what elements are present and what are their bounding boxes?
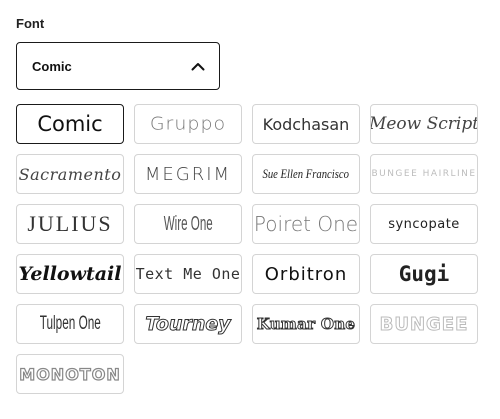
font-option-label: Wire One xyxy=(163,212,213,235)
font-option-monoton[interactable]: MONOTON xyxy=(16,354,124,394)
font-option-tourney[interactable]: Tourney xyxy=(134,304,242,344)
font-option-tulpen[interactable]: Tulpen One xyxy=(16,304,124,344)
font-option-bungeehair[interactable]: BUNGEE HAIRLINE xyxy=(370,154,478,194)
font-option-label: Tulpen One xyxy=(39,313,101,334)
font-option-label: Yellowtail xyxy=(18,263,122,285)
font-option-textmeone[interactable]: Text Me One xyxy=(134,254,242,294)
font-option-label: BUNGEE xyxy=(379,313,469,335)
font-option-gugi[interactable]: Gugi xyxy=(370,254,478,294)
font-option-label: Sacramento xyxy=(18,164,122,184)
font-option-label: Kodchasan xyxy=(262,114,350,134)
font-option-kodchasan[interactable]: Kodchasan xyxy=(252,104,360,144)
font-option-julius[interactable]: JULIUS xyxy=(16,204,124,244)
chevron-up-icon xyxy=(191,62,205,71)
font-option-label: syncopate xyxy=(388,216,460,232)
font-option-bungeeshade[interactable]: BUNGEE xyxy=(370,304,478,344)
font-option-wireone[interactable]: Wire One xyxy=(134,204,242,244)
font-option-label: Poiret One xyxy=(253,212,359,236)
font-option-label: Gruppo xyxy=(149,113,227,135)
font-option-label: Sue Ellen Francisco xyxy=(262,166,350,181)
font-option-kumarone[interactable]: Kumar One xyxy=(252,304,360,344)
font-option-label: MONOTON xyxy=(19,364,121,384)
font-option-label: Meow Script xyxy=(370,114,478,134)
font-select[interactable]: Comic xyxy=(16,42,220,90)
font-option-megrim[interactable]: MEGRIM xyxy=(134,154,242,194)
font-option-label: Tourney xyxy=(145,313,231,336)
font-label: Font xyxy=(16,16,45,31)
font-option-gruppo[interactable]: Gruppo xyxy=(134,104,242,144)
font-option-orbitron[interactable]: Orbitron xyxy=(252,254,360,294)
font-options-grid: Comic Gruppo Kodchasan Meow Script Sacrament… xyxy=(16,104,478,394)
font-option-poiret[interactable]: Poiret One xyxy=(252,204,360,244)
font-option-label: Gugi xyxy=(398,262,450,286)
font-option-sacramento[interactable]: Sacramento xyxy=(16,154,124,194)
font-option-sueellen[interactable]: Sue Ellen Francisco xyxy=(252,154,360,194)
font-select-value: Comic xyxy=(32,58,72,74)
font-option-label: Kumar One xyxy=(256,315,356,334)
font-option-comic[interactable]: Comic xyxy=(16,104,124,144)
font-option-label: Orbitron xyxy=(264,263,348,285)
font-option-yellowtail[interactable]: Yellowtail xyxy=(16,254,124,294)
font-option-label: MEGRIM xyxy=(144,163,232,185)
font-option-meow[interactable]: Meow Script xyxy=(370,104,478,144)
font-option-syncopate[interactable]: syncopate xyxy=(370,204,478,244)
font-option-label: JULIUS xyxy=(27,211,113,236)
font-option-label: BUNGEE HAIRLINE xyxy=(371,169,477,179)
font-option-label: Comic xyxy=(37,112,103,136)
font-option-label: Text Me One xyxy=(135,265,241,283)
